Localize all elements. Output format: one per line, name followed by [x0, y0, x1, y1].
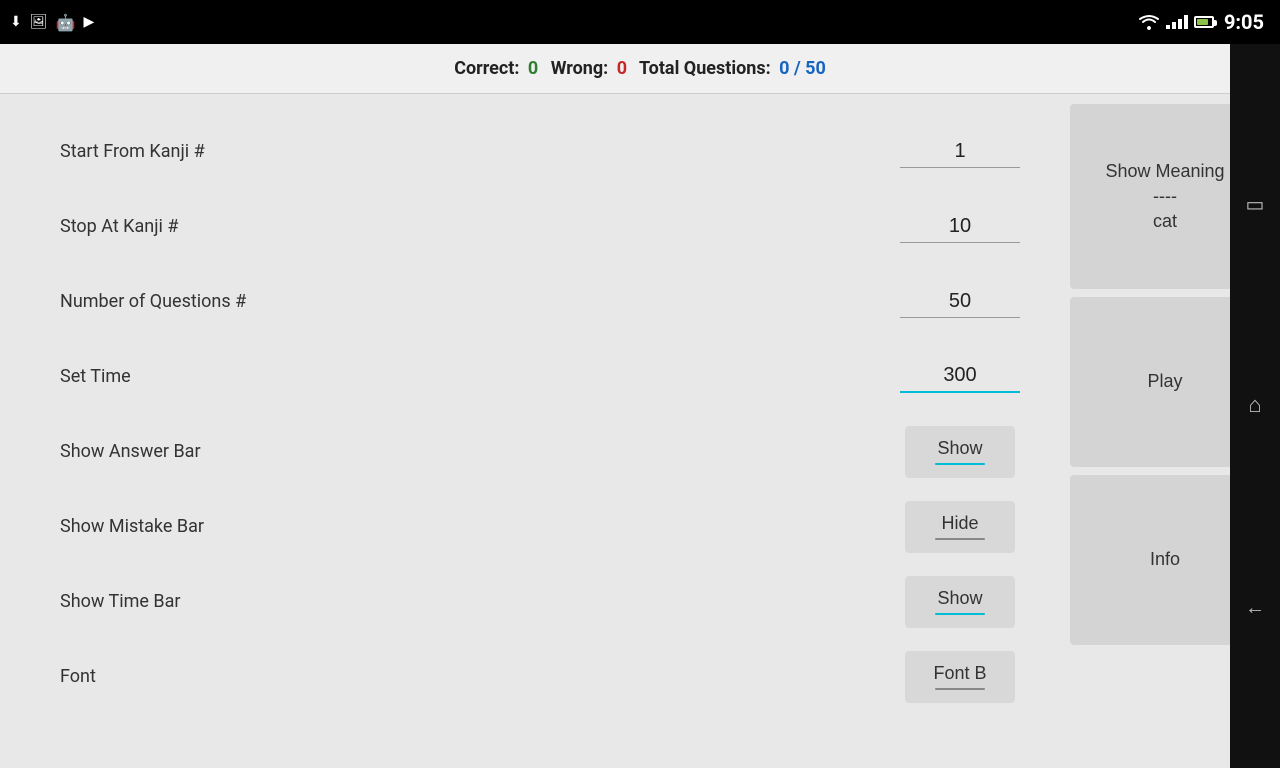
stop-kanji-label: Stop At Kanji # — [60, 216, 890, 237]
show-answer-underline — [935, 463, 985, 465]
start-kanji-label: Start From Kanji # — [60, 141, 890, 162]
score-bar: Correct: 0 Wrong: 0 Total Questions: 0 /… — [0, 44, 1280, 94]
font-btn-text: Font B — [933, 663, 986, 684]
show-time-label: Show Time Bar — [60, 591, 890, 612]
correct-label: Correct: — [454, 58, 519, 79]
show-time-row: Show Time Bar Show — [60, 564, 1030, 639]
nav-bar: ▭ ⌂ ← — [1230, 44, 1280, 768]
back-nav-icon[interactable]: ← — [1245, 595, 1265, 620]
info-label: Info — [1150, 547, 1180, 572]
stop-kanji-input-area — [890, 211, 1030, 243]
notification-icons: ⬇ 🖼 🤖 ▶ — [0, 0, 94, 44]
image-icon: 🖼 — [30, 14, 48, 30]
system-icons: 9:05 — [1138, 10, 1264, 34]
font-btn-area: Font B — [890, 651, 1030, 703]
num-questions-row: Number of Questions # — [60, 264, 1030, 339]
signal-icon — [1166, 15, 1188, 29]
home-nav-icon[interactable]: ⌂ — [1248, 392, 1261, 418]
stop-kanji-input[interactable] — [900, 211, 1020, 243]
menu-nav-icon[interactable]: ▭ — [1246, 192, 1265, 216]
wrong-label: Wrong: — [551, 58, 609, 79]
show-answer-row: Show Answer Bar Show — [60, 414, 1030, 489]
show-mistake-row: Show Mistake Bar Hide — [60, 489, 1030, 564]
content-body: Start From Kanji # Stop At Kanji # Numbe… — [0, 94, 1280, 768]
show-answer-label: Show Answer Bar — [60, 441, 890, 462]
num-questions-input-area — [890, 286, 1030, 318]
download-icon: ⬇ — [10, 14, 22, 30]
wrong-value: 0 — [617, 58, 627, 79]
show-answer-btn-area: Show — [890, 426, 1030, 478]
show-time-btn-area: Show — [890, 576, 1030, 628]
show-time-btn-text: Show — [937, 588, 982, 609]
wifi-icon — [1138, 14, 1160, 30]
show-meaning-label: Show Meaning — [1105, 159, 1224, 184]
show-mistake-button[interactable]: Hide — [905, 501, 1015, 553]
start-kanji-row: Start From Kanji # — [60, 114, 1030, 189]
total-value: 0 / 50 — [779, 58, 826, 79]
battery-icon — [1194, 16, 1214, 28]
play-icon: ▶ — [83, 14, 94, 30]
start-kanji-input[interactable] — [900, 136, 1020, 168]
show-answer-button[interactable]: Show — [905, 426, 1015, 478]
status-bar: ⬇ 🖼 🤖 ▶ 9:05 — [0, 0, 1280, 44]
show-mistake-label: Show Mistake Bar — [60, 516, 890, 537]
total-label: Total Questions: — [639, 58, 771, 79]
form-area: Start From Kanji # Stop At Kanji # Numbe… — [0, 94, 1060, 768]
main-content: Correct: 0 Wrong: 0 Total Questions: 0 /… — [0, 44, 1280, 768]
font-button[interactable]: Font B — [905, 651, 1015, 703]
font-label: Font — [60, 666, 890, 687]
font-underline — [935, 688, 985, 690]
set-time-row: Set Time — [60, 339, 1030, 414]
show-time-underline — [935, 613, 985, 615]
num-questions-label: Number of Questions # — [60, 291, 890, 312]
show-meaning-separator: ---- — [1153, 184, 1177, 209]
stop-kanji-row: Stop At Kanji # — [60, 189, 1030, 264]
show-mistake-underline — [935, 538, 985, 540]
show-meaning-sub: cat — [1153, 209, 1177, 234]
set-time-label: Set Time — [60, 366, 890, 387]
set-time-input[interactable] — [900, 360, 1020, 393]
correct-value: 0 — [528, 58, 538, 79]
show-mistake-btn-area: Hide — [890, 501, 1030, 553]
num-questions-input[interactable] — [900, 286, 1020, 318]
clock: 9:05 — [1224, 10, 1264, 34]
set-time-input-area — [890, 360, 1030, 393]
font-row: Font Font B — [60, 639, 1030, 714]
show-answer-btn-text: Show — [937, 438, 982, 459]
start-kanji-input-area — [890, 136, 1030, 168]
play-label: Play — [1147, 369, 1182, 394]
show-mistake-btn-text: Hide — [941, 513, 978, 534]
show-time-button[interactable]: Show — [905, 576, 1015, 628]
android-icon: 🤖 — [56, 13, 76, 32]
